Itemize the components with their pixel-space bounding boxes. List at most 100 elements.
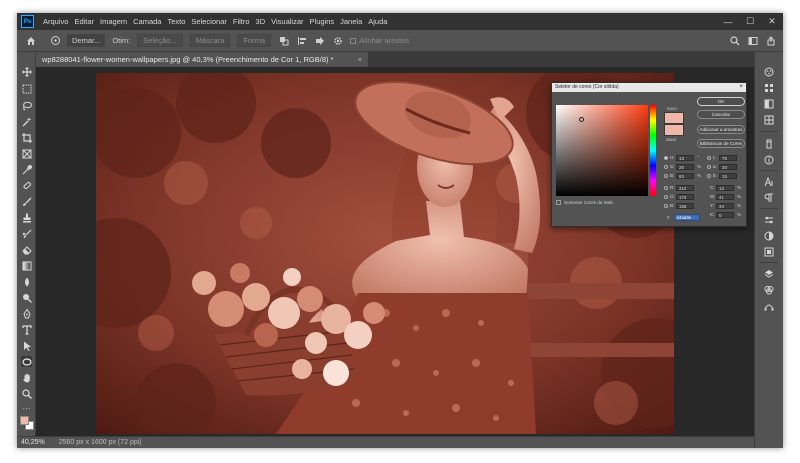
hue-radio[interactable] [664,155,668,160]
adjustments-panel-icon[interactable] [763,214,775,226]
lab-a-radio[interactable] [707,164,711,169]
green-radio[interactable] [664,194,668,199]
share-icon[interactable] [765,35,777,47]
close-dialog-icon[interactable]: × [739,83,743,92]
workspace-icon[interactable] [747,35,759,47]
gradients-panel-icon[interactable] [763,98,775,110]
channels-panel-icon[interactable] [763,284,775,296]
menu-selecionar[interactable]: Selecionar [188,17,229,26]
brightness-radio[interactable] [664,173,668,178]
path-operations-icon[interactable] [278,35,290,47]
menu-3d[interactable]: 3D [253,17,269,26]
lab-b-input[interactable]: 15 [719,172,737,179]
maximize-button[interactable]: ☐ [739,16,761,27]
lasso-tool-icon[interactable] [21,100,32,111]
web-colors-checkbox-box[interactable] [556,200,561,205]
dodge-tool-icon[interactable] [21,292,32,303]
zoom-level[interactable]: 40,25% [21,439,45,446]
lab-l-input[interactable]: 75 [719,154,737,161]
minimize-button[interactable]: — [717,17,739,27]
home-icon[interactable] [25,35,37,47]
align-edges-checkbox[interactable]: Alinhar arestas [350,36,409,45]
zoom-tool-icon[interactable] [21,388,32,399]
paragraph-panel-icon[interactable] [763,192,775,204]
web-colors-only-checkbox[interactable]: Somente Cores da Web [556,200,613,205]
frame-tool-icon[interactable] [21,148,32,159]
lab-l-radio[interactable] [707,155,711,160]
mask-button[interactable]: Máscara [189,34,231,47]
menu-camada[interactable]: Camada [130,17,164,26]
move-tool-icon[interactable] [21,66,32,77]
crop-tool-icon[interactable] [21,132,32,143]
black-input[interactable]: 0 [716,211,734,218]
menu-imagem[interactable]: Imagem [97,17,130,26]
green-input[interactable]: 170 [676,193,694,200]
selection-button[interactable]: Seleção... [137,34,183,47]
blue-radio[interactable] [664,203,668,208]
menu-janela[interactable]: Janela [337,17,365,26]
document-tab[interactable]: wp8288041-flower-women-wallpapers.jpg @ … [36,52,368,67]
red-radio[interactable] [664,185,668,190]
saturation-radio[interactable] [664,164,668,169]
magic-wand-tool-icon[interactable] [21,116,32,127]
path-alignment-icon[interactable] [296,35,308,47]
saturation-input[interactable]: 25 [676,163,694,170]
healing-brush-tool-icon[interactable] [21,180,32,191]
learn-panel-icon[interactable] [763,138,775,150]
path-selection-tool-icon[interactable] [21,340,32,351]
current-color-swatch[interactable] [664,124,684,136]
magenta-input[interactable]: 41 [716,193,734,200]
patterns-panel-icon[interactable] [763,114,775,126]
libraries-panel-icon[interactable] [763,230,775,242]
brush-tool-icon[interactable] [21,196,32,207]
hue-input[interactable]: 13 [676,154,694,161]
saturation-brightness-field[interactable] [556,105,648,196]
eyedropper-tool-icon[interactable] [21,164,32,175]
lab-b-radio[interactable] [707,173,711,178]
more-tools-icon[interactable]: ··· [21,403,32,414]
menu-ajuda[interactable]: Ajuda [365,17,390,26]
menu-arquivo[interactable]: Arquivo [40,17,71,26]
layers-panel-icon[interactable] [763,268,775,280]
hue-slider[interactable] [650,105,656,196]
cancel-button[interactable]: Cancelar [697,110,745,119]
menu-plugins[interactable]: Plugins [307,17,338,26]
clone-stamp-tool-icon[interactable] [21,212,32,223]
pen-tool-icon[interactable] [21,308,32,319]
ok-button[interactable]: OK [697,97,745,106]
info-panel-icon[interactable] [763,154,775,166]
hex-input[interactable]: d4aa9e [673,214,700,221]
menu-filtro[interactable]: Filtro [230,17,253,26]
gear-icon[interactable] [332,35,344,47]
history-brush-tool-icon[interactable] [21,228,32,239]
search-icon[interactable] [729,35,741,47]
eraser-tool-icon[interactable] [21,244,32,255]
cyan-input[interactable]: 13 [716,184,734,191]
color-libraries-button[interactable]: Bibliotecas de Cores [697,139,745,148]
ellipse-tool-icon[interactable] [21,356,32,367]
add-to-swatches-button[interactable]: Adicionar a amostras [697,125,745,134]
gradient-tool-icon[interactable] [21,260,32,271]
character-panel-icon[interactable] [763,176,775,188]
shape-button[interactable]: Forma [237,34,272,47]
hand-tool-icon[interactable] [21,372,32,383]
color-panel-icon[interactable] [763,66,775,78]
menu-visualizar[interactable]: Visualizar [268,17,306,26]
type-tool-icon[interactable] [21,324,32,335]
menu-texto[interactable]: Texto [164,17,188,26]
pen-preset-icon[interactable] [49,35,61,47]
foreground-color-swatch[interactable] [20,416,29,425]
brightness-input[interactable]: 83 [676,172,694,179]
path-arrangement-icon[interactable] [314,35,326,47]
blue-input[interactable]: 158 [676,202,694,209]
lab-a-input[interactable]: 20 [719,163,737,170]
close-tab-icon[interactable]: × [358,55,362,64]
close-window-button[interactable]: ✕ [761,16,783,27]
menu-editar[interactable]: Editar [71,17,97,26]
marquee-tool-icon[interactable] [21,83,32,94]
swatches-panel-icon[interactable] [763,82,775,94]
red-input[interactable]: 212 [676,184,694,191]
ps-logo-icon[interactable]: Ps [21,15,34,28]
paths-panel-icon[interactable] [763,300,775,312]
color-marker[interactable] [579,117,584,122]
